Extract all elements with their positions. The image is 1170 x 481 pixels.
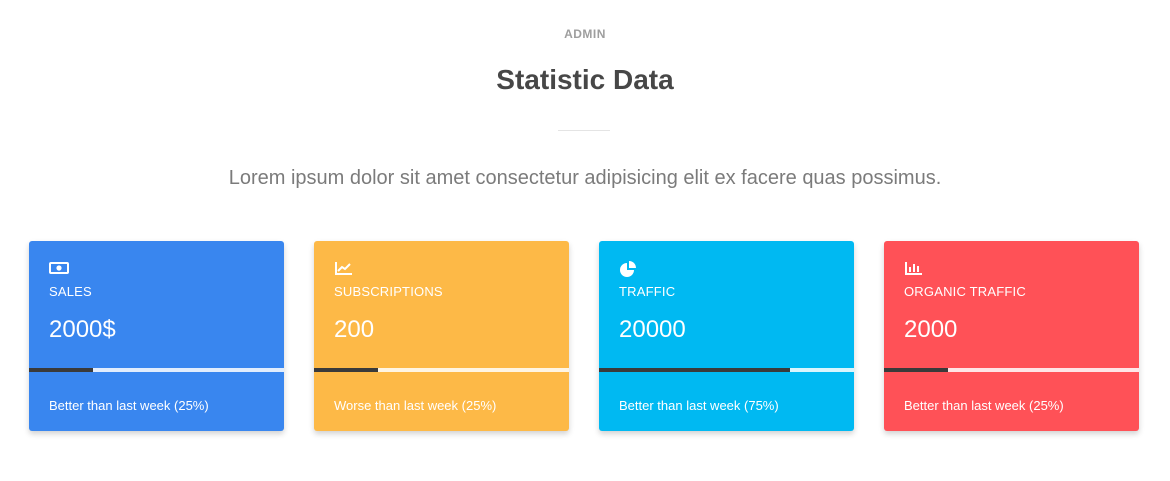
pie-chart-icon (619, 261, 639, 277)
stat-card-value: 2000$ (49, 316, 116, 343)
progress-fill (884, 368, 948, 372)
progress-bar (599, 368, 854, 372)
stat-card-label: ORGANIC TRAFFIC (904, 284, 1026, 299)
progress-bar (314, 368, 569, 372)
stat-card-traffic: TRAFFIC 20000 Better than last week (75%… (599, 241, 854, 431)
stat-card-sales: SALES 2000$ Better than last week (25%) (29, 241, 284, 431)
stat-card-note: Better than last week (25%) (904, 398, 1064, 413)
statistics-section: ADMIN Statistic Data Lorem ipsum dolor s… (0, 0, 1170, 481)
stat-card-value: 20000 (619, 316, 686, 343)
stat-card-organic-traffic: ORGANIC TRAFFIC 2000 Better than last we… (884, 241, 1139, 431)
progress-fill (314, 368, 378, 372)
bar-chart-icon (904, 261, 924, 275)
stat-card-subscriptions: SUBSCRIPTIONS 200 Worse than last week (… (314, 241, 569, 431)
stat-card-label: TRAFFIC (619, 284, 676, 299)
stat-card-note: Worse than last week (25%) (334, 398, 497, 413)
stat-card-note: Better than last week (25%) (49, 398, 209, 413)
trending-chart-icon (334, 261, 354, 275)
title-divider (558, 130, 610, 131)
progress-fill (599, 368, 791, 372)
progress-bar (29, 368, 284, 372)
section-eyebrow: ADMIN (564, 27, 606, 41)
stat-card-label: SALES (49, 284, 92, 299)
stat-card-value: 200 (334, 316, 375, 343)
page-title: Statistic Data (496, 64, 674, 95)
progress-bar (884, 368, 1139, 372)
stat-card-note: Better than last week (75%) (619, 398, 779, 413)
section-subtitle: Lorem ipsum dolor sit amet consectetur a… (228, 167, 942, 189)
progress-fill (29, 368, 93, 372)
stat-card-label: SUBSCRIPTIONS (334, 284, 443, 299)
money-icon (49, 261, 69, 275)
stat-card-value: 2000 (904, 316, 958, 343)
